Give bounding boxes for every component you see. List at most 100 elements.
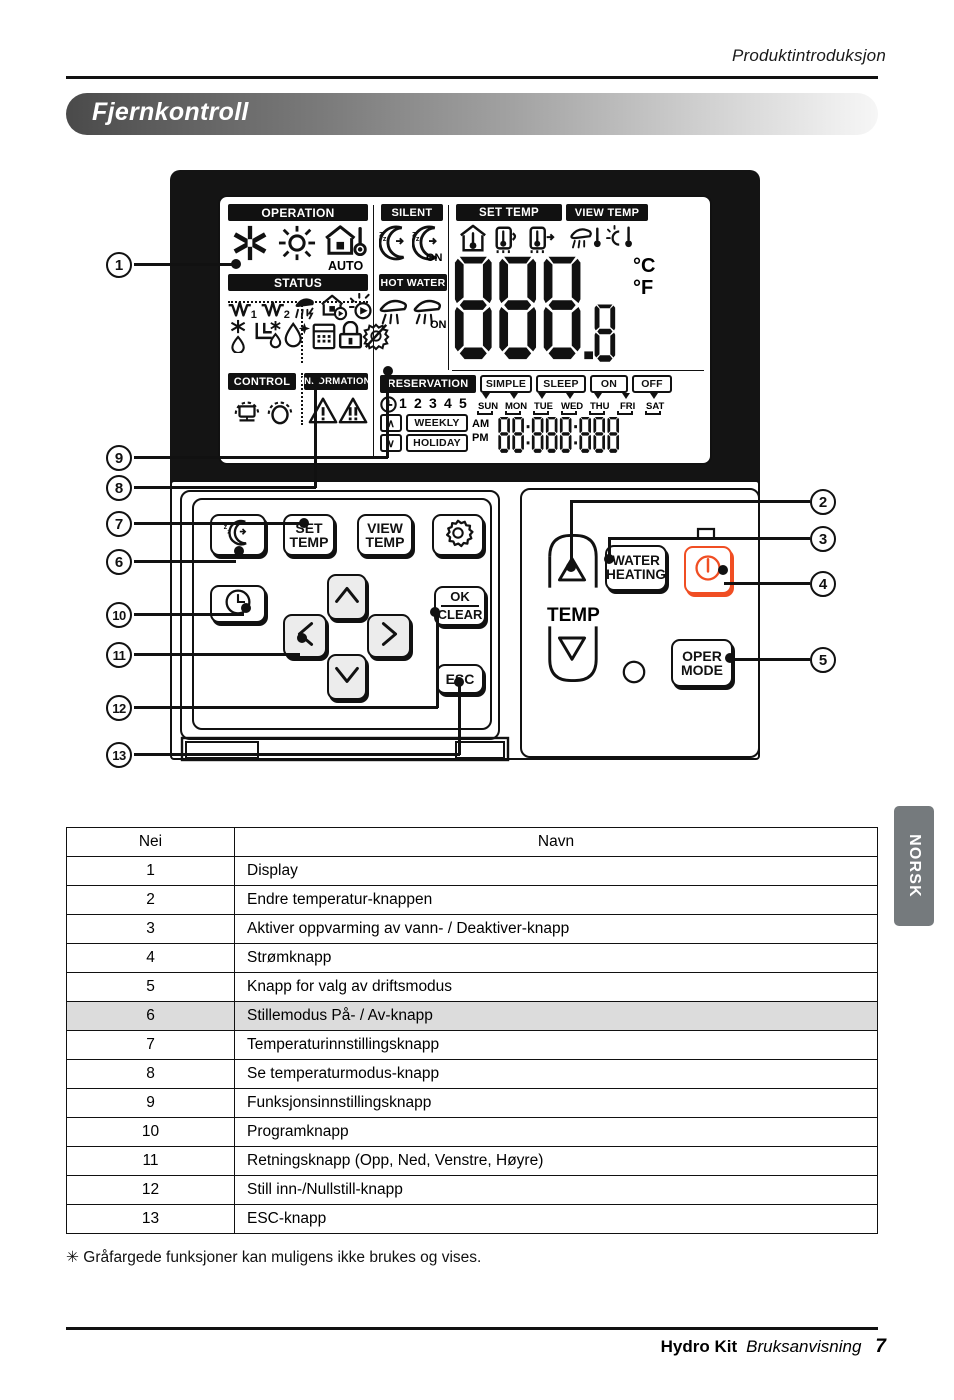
row-no: 1 [66,856,235,886]
unit-control-icon [232,395,262,427]
arrow-down-button[interactable] [327,654,367,700]
program-button[interactable] [210,585,266,623]
house-thermometer-auto-icon [322,223,368,257]
w2-icon: 2 [259,296,292,320]
table-row: 12 Still inn-/Nullstill-knapp [66,1175,878,1205]
table-row: 7 Temperaturinnstillingsknapp [66,1030,878,1060]
table-row: 4 Strømknapp [66,943,878,973]
lcd-label-control: CONTROL [228,373,296,390]
callout-lead-1 [134,263,238,266]
footnote-text: ✳ Gråfargede funksjoner kan muligens ikk… [66,1249,482,1266]
callout-9: 9 [106,445,132,471]
svg-text:2: 2 [284,309,290,320]
sun-heat-icon [277,224,317,262]
arrow-up-button[interactable] [327,574,367,620]
water-heating-button[interactable]: WATER HEATING [605,545,667,591]
chevron-down-icon [334,664,360,689]
row-no: 9 [66,1088,235,1118]
row-no: 3 [66,914,235,944]
lcd-label-reservation: RESERVATION [380,375,476,393]
reservation-up-arrow-icon: ∧ [380,414,402,432]
footer-brand: Hydro Kit [660,1337,738,1356]
lcd-label-pm: PM [472,432,489,444]
row-no: 5 [66,972,235,1002]
water-heating-label-2: HEATING [606,567,666,582]
inlet-temp-icon [492,224,522,254]
sleep-moon-icon: z z [379,224,413,262]
callout-dot-4 [718,565,728,575]
callout-3: 3 [810,526,836,552]
ok-clear-button[interactable]: OK CLEAR [434,586,486,626]
lcd-label-silent-on: ON [426,252,443,264]
view-temp-button[interactable]: VIEW TEMP [357,514,413,556]
lcd-label-auto: AUTO [328,259,364,273]
callout-lead-7 [134,522,301,525]
callout-lead-2h [570,500,810,503]
table-row: 9 Funksjonsinnstillingsknapp [66,1088,878,1118]
row-no: 6 [66,1001,235,1031]
chevron-up-icon [334,584,360,609]
row-name: Strømknapp [234,943,878,973]
table-row: 8 Se temperaturmodus-knapp [66,1059,878,1089]
lcd-label-simple: SIMPLE [480,375,532,393]
callout-dot-5 [725,653,735,663]
warning-single-icon [308,395,338,425]
callout-lead-9h [134,456,388,459]
row-name: ESC-knapp [234,1204,878,1234]
page-title: Fjernkontroll [92,98,249,126]
callout-4: 4 [810,571,836,597]
gear-icon [442,518,474,552]
svg-text:z: z [227,529,230,536]
language-tab: NORSK [894,806,934,926]
reservation-down-arrow-icon: ∨ [380,434,402,452]
view-temp-label-1: VIEW [367,519,403,536]
lcd-label-hot-water-on: ON [430,319,447,331]
callout-lead-13v [458,680,461,755]
reservation-number-4: 4 [444,395,452,411]
row-no: 10 [66,1117,235,1147]
row-name: Programknapp [234,1117,878,1147]
button-legend-table: Nei Navn 1 Display 2 Endre temperatur-knap… [66,827,878,1234]
svg-text:z: z [416,234,420,243]
callout-10: 10 [106,602,132,628]
callout-lead-3h [608,537,810,540]
row-name: Funksjonsinnstillingsknapp [234,1088,878,1118]
temperature-value-display [452,251,622,363]
row-no: 12 [66,1175,235,1205]
callout-13: 13 [106,742,132,768]
lcd-label-am: AM [472,418,490,430]
arrow-right-button[interactable] [367,614,411,658]
reservation-number-5: 5 [459,395,467,411]
set-temp-button[interactable]: SET TEMP [283,514,335,556]
lcd-label-hot-water: HOT WATER [379,274,447,291]
lcd-label-off: OFF [632,375,672,393]
function-setting-button[interactable] [432,514,484,556]
reservation-number-2: 2 [414,395,422,411]
set-temp-label-2: TEMP [289,534,329,550]
lcd-label-status: STATUS [228,274,368,291]
table-row: 1 Display [66,856,878,886]
lcd-label-set-temp: SET TEMP [456,204,562,221]
lcd-label-on: ON [590,375,628,393]
callout-lead-12h [134,706,438,709]
callout-dot-13 [454,677,464,687]
row-no: 2 [66,885,235,915]
view-temp-label-2: TEMP [365,534,405,550]
table-row: 3 Aktiver oppvarming av vann- / Deaktiver… [66,914,878,944]
oper-mode-button[interactable]: OPER MODE [671,639,733,687]
page-footer: Hydro Kit Bruksanvisning 7 [661,1336,886,1358]
footer-divider [66,1327,878,1330]
shower-icon [378,295,412,327]
calendar-icon [310,321,338,351]
reservation-number-1: 1 [399,395,407,411]
table-header-name: Navn [234,827,878,857]
water-heating-label-1: WATER [612,553,660,569]
oper-mode-label-1: OPER [682,647,722,664]
outlet-temp-icon [526,224,556,254]
chevron-right-icon [379,621,400,651]
frost-drop-icon [227,307,251,353]
shower-temp-icon [570,224,604,254]
table-row: 2 Endre temperatur-knappen [66,885,878,915]
table-body: 1 Display 2 Endre temperatur-knappen 3 Akti… [66,856,878,1234]
lcd-label-operation: OPERATION [228,204,368,221]
